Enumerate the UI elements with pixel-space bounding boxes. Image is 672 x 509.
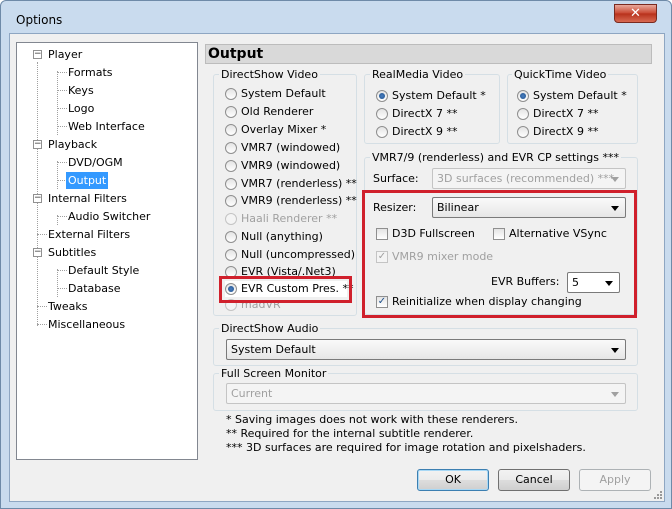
- tree-item-default-style[interactable]: Default Style: [68, 262, 139, 279]
- tree-item-internal-filters[interactable]: Internal Filters: [48, 190, 127, 207]
- radio-icon[interactable]: [225, 88, 237, 100]
- tree-item-tweaks[interactable]: Tweaks: [48, 298, 88, 315]
- tree-item-playback[interactable]: Playback: [48, 136, 97, 153]
- tree-line: [57, 108, 67, 109]
- radio-selected-icon[interactable]: [376, 90, 388, 102]
- highlight-box-vmr-settings: [362, 190, 637, 318]
- tree-line: [37, 234, 47, 235]
- chevron-down-icon[interactable]: [611, 348, 619, 353]
- chevron-down-icon: [611, 392, 619, 397]
- tree-item-keys[interactable]: Keys: [68, 82, 94, 99]
- close-button[interactable]: ✕: [614, 4, 657, 23]
- tree-item-player[interactable]: Player: [48, 46, 82, 63]
- radio-icon[interactable]: [376, 108, 388, 120]
- radio-icon[interactable]: [225, 142, 237, 154]
- tree-line: [57, 270, 67, 271]
- directshow-audio-label: DirectShow Audio: [219, 322, 321, 336]
- directshow-audio-value: System Default: [231, 343, 316, 356]
- tree-item-miscellaneous[interactable]: Miscellaneous: [48, 316, 125, 333]
- expand-internal-filters-icon[interactable]: −: [33, 194, 42, 203]
- surface-value: 3D surfaces (recommended) ***: [437, 172, 615, 185]
- tree-item-output[interactable]: Output: [66, 172, 109, 189]
- tree-line: [37, 324, 47, 325]
- expand-playback-icon[interactable]: −: [33, 140, 42, 149]
- radio-icon[interactable]: [225, 124, 237, 136]
- tree-item-web-interface[interactable]: Web Interface: [68, 118, 145, 135]
- tree-item-formats[interactable]: Formats: [68, 64, 113, 81]
- apply-button: Apply: [579, 469, 651, 491]
- tree-line: [37, 306, 47, 307]
- tree-line: [57, 161, 58, 189]
- radio-icon[interactable]: [225, 106, 237, 118]
- fullscreen-monitor-label: Full Screen Monitor: [219, 367, 329, 381]
- tree-line: [57, 126, 67, 127]
- tree-line: [57, 269, 58, 297]
- tree-item-logo[interactable]: Logo: [68, 100, 94, 117]
- radio-icon[interactable]: [225, 178, 237, 190]
- radio-icon[interactable]: [225, 231, 237, 243]
- fullscreen-monitor-select: Current: [226, 383, 626, 404]
- tree-item-external-filters[interactable]: External Filters: [48, 226, 130, 243]
- expand-subtitles-icon[interactable]: −: [33, 248, 42, 257]
- surface-select: 3D surfaces (recommended) ***: [432, 168, 626, 189]
- highlight-box-evr-custom: [219, 276, 352, 303]
- tree-line: [57, 216, 67, 217]
- directshow-audio-select[interactable]: System Default: [226, 339, 626, 360]
- directshow-video-label: DirectShow Video: [219, 68, 320, 82]
- note-line-1: * Saving images does not work with these…: [226, 413, 519, 426]
- vmr-settings-label: VMR7/9 (renderless) and EVR CP settings …: [370, 151, 621, 165]
- radio-icon[interactable]: [376, 126, 388, 138]
- radio-icon[interactable]: [517, 126, 529, 138]
- resize-grip-icon[interactable]: [652, 489, 662, 499]
- quicktime-video-label: QuickTime Video: [512, 68, 609, 82]
- radio-selected-icon[interactable]: [517, 90, 529, 102]
- tree-line: [57, 288, 67, 289]
- title-bar[interactable]: Options ✕: [1, 1, 671, 34]
- tree-item-audio-switcher[interactable]: Audio Switcher: [68, 208, 150, 225]
- options-tree[interactable]: − Player Formats Keys Logo Web Interface…: [16, 42, 198, 460]
- radio-icon[interactable]: [517, 108, 529, 120]
- tree-line: [57, 72, 67, 73]
- note-line-2: ** Required for the internal subtitle re…: [226, 427, 474, 440]
- radio-icon[interactable]: [225, 195, 237, 207]
- expand-player-icon[interactable]: −: [33, 50, 42, 59]
- radio-icon[interactable]: [225, 249, 237, 261]
- ok-button[interactable]: OK: [417, 469, 489, 491]
- chevron-down-icon: [611, 177, 619, 182]
- cancel-button[interactable]: Cancel: [498, 469, 570, 491]
- surface-label: Surface:: [373, 172, 419, 185]
- radio-icon: [225, 213, 237, 225]
- tree-item-subtitles[interactable]: Subtitles: [48, 244, 96, 261]
- radio-icon[interactable]: [225, 160, 237, 172]
- tree-line: [57, 90, 67, 91]
- tree-line: [57, 162, 67, 163]
- realmedia-video-label: RealMedia Video: [370, 68, 466, 82]
- window-title: Options: [16, 13, 63, 27]
- tree-item-database[interactable]: Database: [68, 280, 121, 297]
- note-line-3: *** 3D surfaces are required for image r…: [226, 441, 586, 454]
- page-title: Output: [205, 44, 652, 64]
- fullscreen-monitor-value: Current: [231, 387, 273, 400]
- tree-item-dvd-ogm[interactable]: DVD/OGM: [68, 154, 123, 171]
